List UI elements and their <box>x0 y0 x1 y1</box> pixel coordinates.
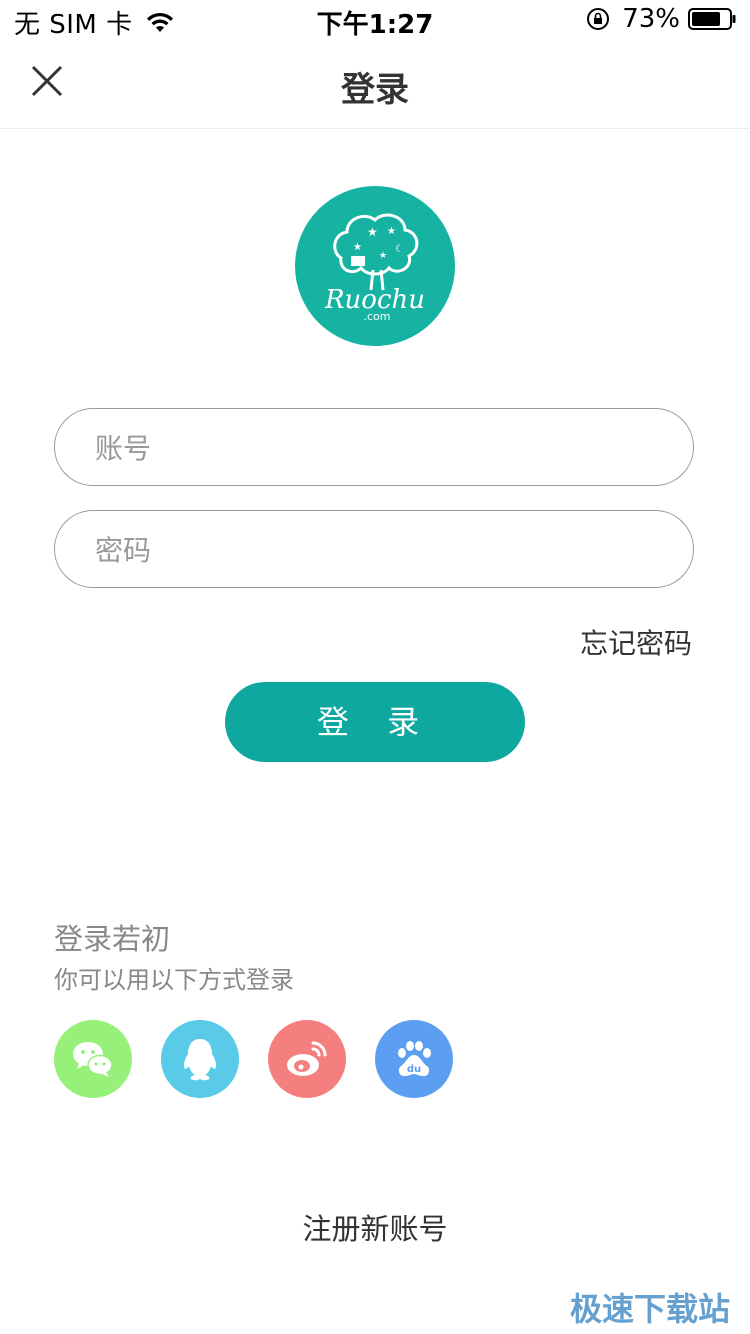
account-field[interactable] <box>54 408 694 487</box>
svg-text:du: du <box>407 1064 421 1075</box>
svg-text:★: ★ <box>379 251 387 261</box>
svg-text:☾: ☾ <box>395 244 404 255</box>
baidu-login-button[interactable]: du <box>375 1020 453 1098</box>
third-party-subtitle: 你可以用以下方式登录 <box>54 966 294 994</box>
password-input[interactable] <box>93 511 657 589</box>
tree-logo-icon: ★ ★ ★ ☾ ★ Ruochu .com <box>324 213 425 323</box>
login-button[interactable]: 登 录 <box>225 682 525 762</box>
svg-text:★: ★ <box>353 242 362 253</box>
weibo-login-button[interactable] <box>268 1020 346 1098</box>
social-login-row: du <box>54 1020 482 1098</box>
qq-login-button[interactable] <box>161 1020 239 1098</box>
weibo-icon <box>287 1041 327 1076</box>
page-title: 登录 <box>341 70 409 110</box>
status-bar: 无 SIM 卡 下午1:27 73% <box>0 0 750 40</box>
wechat-icon <box>73 1042 113 1077</box>
third-party-title: 登录若初 <box>54 922 171 956</box>
svg-text:★: ★ <box>387 226 396 237</box>
login-screen: 无 SIM 卡 下午1:27 73% 登录 ★ ★ ★ ☾ ★ Ruochu .… <box>0 0 750 1334</box>
register-link[interactable]: 注册新账号 <box>0 1206 750 1248</box>
rotation-lock-icon <box>587 8 610 30</box>
forgot-password-link[interactable]: 忘记密码 <box>580 622 692 662</box>
battery-icon <box>688 8 736 30</box>
qq-icon <box>184 1039 216 1081</box>
wechat-login-button[interactable] <box>54 1020 132 1098</box>
baidu-icon: du <box>398 1041 431 1077</box>
watermark: 极速下载站 <box>569 1290 730 1328</box>
svg-text:★: ★ <box>367 225 378 239</box>
app-logo: ★ ★ ★ ☾ ★ Ruochu .com <box>295 186 455 346</box>
nav-bar: 登录 <box>0 40 750 129</box>
account-input[interactable] <box>93 409 657 487</box>
battery-percent: 73% <box>622 4 680 34</box>
password-field[interactable] <box>54 510 694 589</box>
svg-text:.com: .com <box>364 310 391 323</box>
